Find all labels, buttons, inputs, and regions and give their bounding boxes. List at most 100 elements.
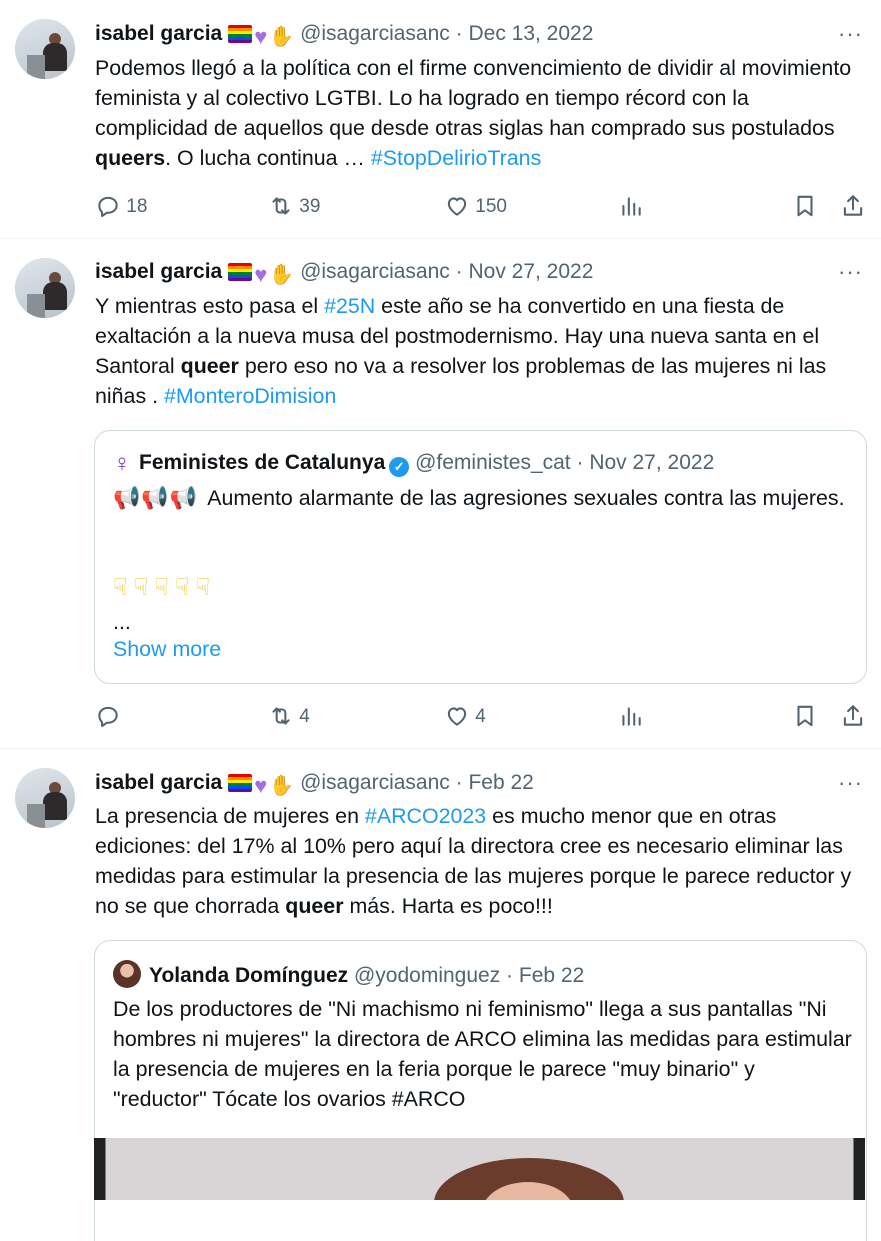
- repost-button[interactable]: 4: [268, 702, 310, 732]
- tweet-actions: 18 39 150: [95, 192, 870, 222]
- quoted-avatar[interactable]: [113, 960, 141, 988]
- profile-emojis: ♥ ✋: [228, 262, 294, 288]
- tweet-divider: [0, 238, 881, 239]
- reply-count: 18: [126, 196, 148, 217]
- share-button[interactable]: [840, 702, 866, 732]
- purple-heart-icon: ♥: [254, 24, 268, 49]
- tweet-text-bold: queer: [285, 894, 344, 918]
- bookmark-icon: [797, 705, 813, 727]
- quoted-tweet-text: 📢📢📢 Aumento alarmante de las agresiones s…: [113, 483, 853, 513]
- tweet-date[interactable]: Feb 22: [468, 771, 533, 794]
- views-button[interactable]: [618, 192, 644, 222]
- share-icon: [843, 195, 863, 216]
- avatar[interactable]: [15, 19, 75, 79]
- tweet-text-part: Podemos llegó a la política con el firme…: [95, 56, 852, 140]
- raised-hands-icon: ✋: [269, 26, 295, 48]
- quoted-tweet-header: ♀ Feministes de Catalunya ✓ @feministes_ca…: [113, 449, 714, 477]
- quoted-media-image[interactable]: [94, 1138, 865, 1200]
- raised-hands-icon: ✋: [269, 775, 295, 797]
- like-button[interactable]: 150: [444, 192, 507, 222]
- reply-button[interactable]: 18: [95, 192, 147, 222]
- tweet-divider: [0, 748, 881, 749]
- bookmark-button[interactable]: [792, 192, 818, 222]
- tweet-text-bold: queer: [180, 354, 239, 378]
- like-count: 150: [475, 196, 507, 217]
- pointing-down-icon: ☟: [174, 574, 190, 601]
- more-options-icon[interactable]: ···: [838, 259, 863, 285]
- repost-button[interactable]: 39: [268, 192, 320, 222]
- analytics-icon: [622, 707, 641, 726]
- profile-emojis: ♥ ✋: [228, 773, 294, 799]
- reply-button[interactable]: [95, 702, 121, 732]
- show-more-link[interactable]: Show more: [113, 634, 853, 664]
- repost-count: 4: [299, 706, 310, 727]
- dot-separator: ·: [455, 771, 463, 794]
- repost-count: 39: [299, 196, 321, 217]
- hashtag-link[interactable]: #25N: [324, 294, 375, 318]
- tweet-text: La presencia de mujeres en #ARCO2023 es …: [95, 801, 865, 921]
- pointing-down-icon: ☟: [113, 574, 128, 601]
- tweet-date[interactable]: Nov 27, 2022: [468, 260, 593, 283]
- quoted-author-name[interactable]: Yolanda Domínguez: [149, 964, 348, 987]
- quoted-tweet-date[interactable]: Nov 27, 2022: [589, 451, 714, 474]
- author-handle[interactable]: @isagarciasanc: [300, 260, 450, 283]
- tweet-header: isabel garcia ♥ ✋ @isagarciasanc · Dec 13,…: [95, 21, 593, 50]
- rainbow-flag-icon: [228, 263, 253, 281]
- quoted-author-handle[interactable]: @feministes_cat: [415, 451, 571, 474]
- reply-icon: [98, 196, 118, 217]
- avatar[interactable]: [15, 258, 75, 318]
- tweet-text-part: La presencia de mujeres en: [95, 804, 365, 828]
- hashtag-link[interactable]: #MonteroDimision: [164, 384, 336, 408]
- heart-icon: [447, 197, 467, 216]
- raised-hands-icon: ✋: [269, 264, 295, 286]
- dot-separator: ·: [506, 964, 514, 987]
- tweet-date[interactable]: Dec 13, 2022: [468, 22, 593, 45]
- quoted-text-part: Aumento alarmante de las agresiones sexu…: [207, 486, 845, 510]
- megaphone-icon: 📢: [141, 485, 169, 510]
- hashtag-link[interactable]: #StopDelirioTrans: [371, 146, 541, 170]
- purple-heart-icon: ♥: [254, 262, 268, 287]
- tweet-text-bold: queers: [95, 146, 166, 170]
- author-name[interactable]: isabel garcia: [95, 771, 222, 794]
- share-icon: [843, 705, 863, 726]
- like-count: 4: [475, 706, 486, 727]
- quoted-tweet-date[interactable]: Feb 22: [519, 964, 584, 987]
- bookmark-icon: [797, 195, 813, 217]
- analytics-icon: [622, 197, 641, 216]
- tweet-actions: 4 4: [95, 702, 870, 732]
- female-symbol-icon: ♀: [113, 450, 131, 477]
- repost-icon: [272, 707, 290, 725]
- quoted-author-name[interactable]: Feministes de Catalunya: [139, 451, 385, 474]
- quoted-tweet-text: De los productores de "Ni machismo ni fe…: [113, 997, 852, 1111]
- quoted-author-handle[interactable]: @yodominguez: [354, 964, 500, 987]
- like-button[interactable]: 4: [444, 702, 486, 732]
- author-name[interactable]: isabel garcia: [95, 260, 222, 283]
- author-handle[interactable]: @isagarciasanc: [300, 771, 450, 794]
- author-name[interactable]: isabel garcia: [95, 22, 222, 45]
- tweet-text: Y mientras esto pasa el #25N este año se…: [95, 291, 865, 411]
- quoted-tweet-header: Yolanda Domínguez @yodominguez · Feb 22: [113, 960, 584, 988]
- pointing-down-icon: ☟: [195, 574, 211, 601]
- author-handle[interactable]: @isagarciasanc: [300, 22, 450, 45]
- more-options-icon[interactable]: ···: [838, 21, 863, 47]
- dot-separator: ·: [576, 451, 584, 474]
- quoted-tweet[interactable]: ♀ Feministes de Catalunya ✓ @feministes_ca…: [94, 430, 867, 684]
- views-button[interactable]: [618, 702, 644, 732]
- pointing-emojis: ☟ ☟ ☟ ☟ ☟: [113, 573, 853, 603]
- dot-separator: ·: [455, 260, 463, 283]
- tweet-text: Podemos llegó a la política con el firme…: [95, 53, 865, 173]
- profile-emojis: ♥ ✋: [228, 24, 294, 50]
- megaphone-icon: 📢: [169, 485, 198, 510]
- hashtag-link[interactable]: #ARCO2023: [365, 804, 486, 828]
- bookmark-button[interactable]: [792, 702, 818, 732]
- tweet-header: isabel garcia ♥ ✋ @isagarciasanc · Feb 22: [95, 770, 534, 799]
- tweet-text-part: . O lucha continua …: [165, 146, 371, 170]
- heart-icon: [447, 707, 467, 726]
- rainbow-flag-icon: [228, 25, 253, 43]
- megaphone-icon: 📢: [113, 485, 141, 510]
- avatar[interactable]: [15, 768, 75, 828]
- share-button[interactable]: [840, 192, 866, 222]
- pointing-down-icon: ☟: [154, 574, 169, 601]
- more-options-icon[interactable]: ···: [838, 770, 863, 796]
- purple-heart-icon: ♥: [254, 773, 268, 798]
